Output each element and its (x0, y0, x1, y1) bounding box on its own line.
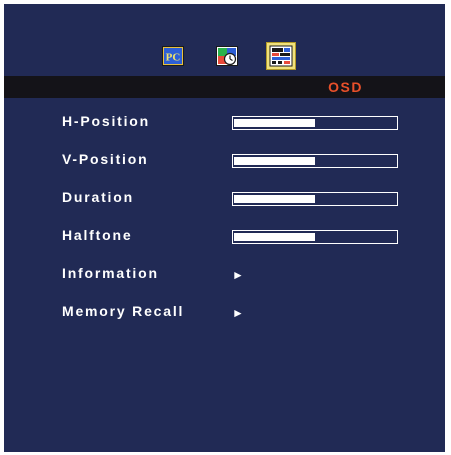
halftone-slider[interactable] (232, 230, 398, 244)
v-position-slider-fill (234, 157, 315, 165)
title-bar: OSD (4, 76, 445, 98)
menu-item-v-position[interactable]: V-Position (62, 151, 148, 167)
menu-item-h-position[interactable]: H-Position (62, 113, 150, 129)
svg-text:PC: PC (166, 52, 181, 64)
v-position-slider[interactable] (232, 154, 398, 168)
h-position-slider[interactable] (232, 116, 398, 130)
halftone-slider-fill (234, 233, 315, 241)
pc-icon[interactable]: PC (162, 46, 184, 66)
osd-settings-icon[interactable] (266, 42, 296, 70)
menu-item-halftone[interactable]: Halftone (62, 227, 132, 243)
menu-item-duration[interactable]: Duration (62, 189, 134, 205)
duration-slider[interactable] (232, 192, 398, 206)
h-position-slider-fill (234, 119, 315, 127)
information-arrow-icon[interactable]: ► (232, 269, 244, 281)
menu-item-memory-recall[interactable]: Memory Recall (62, 303, 184, 319)
osd-menu: PC OSD H-Position V-Position Duration Ha… (4, 4, 445, 452)
duration-slider-fill (234, 195, 315, 203)
image-clock-icon[interactable] (216, 46, 238, 66)
menu-title: OSD (328, 79, 363, 95)
menu-item-information[interactable]: Information (62, 265, 159, 281)
memory-recall-arrow-icon[interactable]: ► (232, 307, 244, 319)
